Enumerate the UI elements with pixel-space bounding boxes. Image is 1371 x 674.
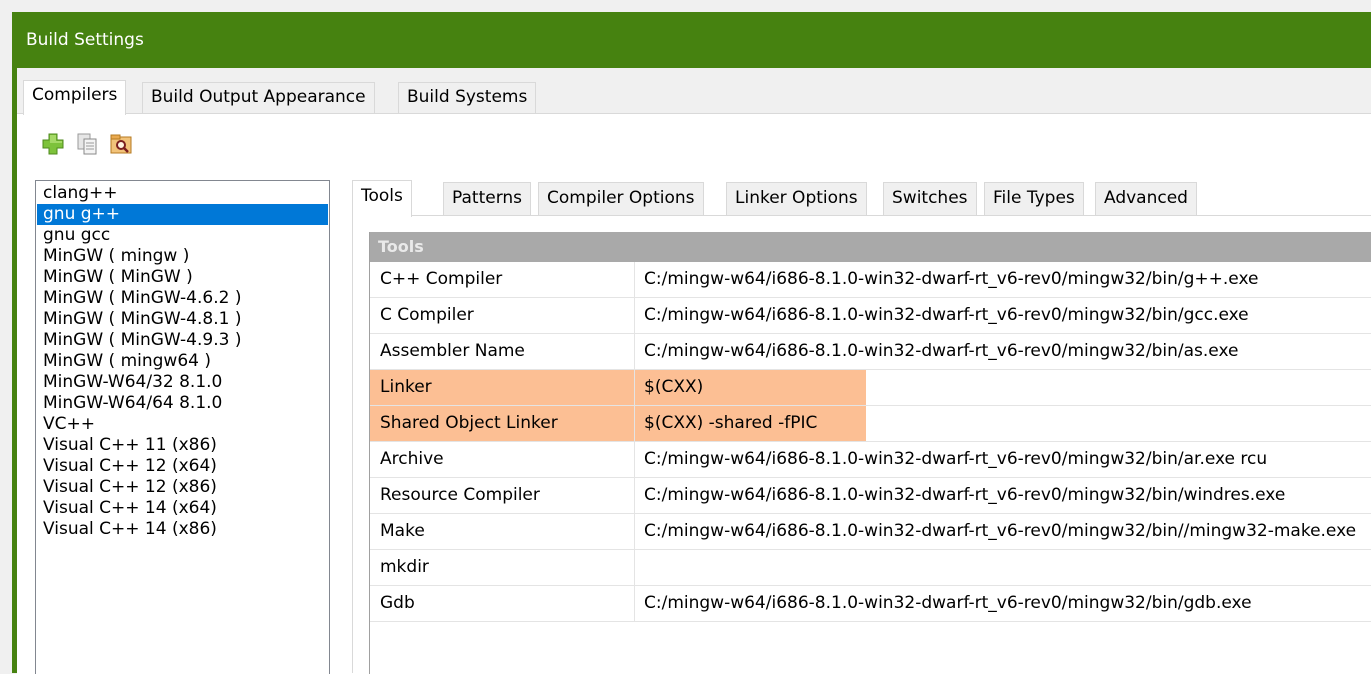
property-value[interactable]: $(CXX) -shared -fPIC: [635, 406, 1371, 441]
find-compiler-button[interactable]: [109, 132, 133, 156]
tab-advanced[interactable]: Advanced: [1095, 182, 1197, 215]
property-value[interactable]: C:/mingw-w64/i686-8.1.0-win32-dwarf-rt_v…: [635, 442, 1371, 477]
compiler-item[interactable]: MinGW-W64/64 8.1.0: [37, 393, 328, 414]
tools-property-grid: Tools C++ Compiler C:/mingw-w64/i686-8.1…: [369, 232, 1371, 674]
property-row-c-compiler[interactable]: C Compiler C:/mingw-w64/i686-8.1.0-win32…: [370, 298, 1371, 334]
property-row-assembler-name[interactable]: Assembler Name C:/mingw-w64/i686-8.1.0-w…: [370, 334, 1371, 370]
inner-tab-bar: Tools Patterns Compiler Options Linker O…: [352, 180, 1371, 217]
compiler-item-selected[interactable]: gnu g++: [37, 204, 328, 225]
compiler-item[interactable]: Visual C++ 12 (x64): [37, 456, 328, 477]
compiler-item[interactable]: MinGW ( MinGW-4.8.1 ): [37, 309, 328, 330]
compiler-item[interactable]: MinGW ( MinGW ): [37, 267, 328, 288]
tab-patterns[interactable]: Patterns: [443, 182, 532, 215]
tools-group-header[interactable]: Tools: [370, 232, 1371, 262]
copy-icon: [77, 133, 97, 155]
property-value[interactable]: C:/mingw-w64/i686-8.1.0-win32-dwarf-rt_v…: [635, 298, 1371, 333]
property-name: Archive: [370, 442, 635, 477]
title-bar: Build Settings: [12, 12, 1371, 68]
outer-tab-bar: Compilers Build Output Appearance Build …: [17, 80, 1371, 115]
property-name: mkdir: [370, 550, 635, 585]
tab-compilers[interactable]: Compilers: [23, 80, 127, 115]
property-name: C++ Compiler: [370, 262, 635, 297]
property-name: C Compiler: [370, 298, 635, 333]
property-value[interactable]: C:/mingw-w64/i686-8.1.0-win32-dwarf-rt_v…: [635, 334, 1371, 369]
property-row-gdb[interactable]: Gdb C:/mingw-w64/i686-8.1.0-win32-dwarf-…: [370, 586, 1371, 622]
compiler-item[interactable]: clang++: [37, 183, 328, 204]
property-row-make[interactable]: Make C:/mingw-w64/i686-8.1.0-win32-dwarf…: [370, 514, 1371, 550]
property-name: Make: [370, 514, 635, 549]
compiler-item[interactable]: MinGW-W64/32 8.1.0: [37, 372, 328, 393]
property-value[interactable]: C:/mingw-w64/i686-8.1.0-win32-dwarf-rt_v…: [635, 478, 1371, 513]
property-name: Assembler Name: [370, 334, 635, 369]
property-name: Resource Compiler: [370, 478, 635, 513]
property-row-cpp-compiler[interactable]: C++ Compiler C:/mingw-w64/i686-8.1.0-win…: [370, 262, 1371, 298]
property-value[interactable]: [635, 550, 1371, 585]
compiler-item[interactable]: MinGW ( mingw64 ): [37, 351, 328, 372]
property-name: Shared Object Linker: [370, 406, 635, 441]
tab-compiler-options[interactable]: Compiler Options: [538, 182, 704, 215]
compiler-item[interactable]: gnu gcc: [37, 225, 328, 246]
tools-panel: Tools C++ Compiler C:/mingw-w64/i686-8.1…: [352, 215, 1371, 674]
compiler-item[interactable]: MinGW ( MinGW-4.6.2 ): [37, 288, 328, 309]
compiler-item[interactable]: Visual C++ 14 (x86): [37, 519, 328, 540]
property-value[interactable]: C:/mingw-w64/i686-8.1.0-win32-dwarf-rt_v…: [635, 262, 1371, 297]
compiler-item[interactable]: MinGW ( MinGW-4.9.3 ): [37, 330, 328, 351]
settings-dialog: Compilers Build Output Appearance Build …: [17, 68, 1371, 674]
copy-compiler-button[interactable]: [75, 132, 99, 156]
tab-build-output-appearance[interactable]: Build Output Appearance: [142, 82, 375, 113]
property-row-shared-object-linker[interactable]: Shared Object Linker $(CXX) -shared -fPI…: [370, 406, 1371, 442]
compiler-item[interactable]: MinGW ( mingw ): [37, 246, 328, 267]
compiler-list[interactable]: clang++ gnu g++ gnu gcc MinGW ( mingw ) …: [35, 180, 330, 674]
tab-file-types[interactable]: File Types: [984, 182, 1084, 215]
property-row-mkdir[interactable]: mkdir: [370, 550, 1371, 586]
compiler-item[interactable]: Visual C++ 12 (x86): [37, 477, 328, 498]
tab-switches[interactable]: Switches: [883, 182, 977, 215]
tab-build-systems[interactable]: Build Systems: [398, 82, 537, 113]
compiler-item[interactable]: VC++: [37, 414, 328, 435]
property-row-archive[interactable]: Archive C:/mingw-w64/i686-8.1.0-win32-dw…: [370, 442, 1371, 478]
add-compiler-button[interactable]: [41, 132, 65, 156]
property-value[interactable]: C:/mingw-w64/i686-8.1.0-win32-dwarf-rt_v…: [635, 514, 1371, 549]
property-row-resource-compiler[interactable]: Resource Compiler C:/mingw-w64/i686-8.1.…: [370, 478, 1371, 514]
property-name: Linker: [370, 370, 635, 405]
compiler-item[interactable]: Visual C++ 14 (x64): [37, 498, 328, 519]
property-row-linker[interactable]: Linker $(CXX): [370, 370, 1371, 406]
tab-tools[interactable]: Tools: [352, 180, 412, 217]
window-title: Build Settings: [26, 30, 144, 50]
property-value[interactable]: $(CXX): [635, 370, 1371, 405]
find-icon: [110, 134, 132, 154]
property-name: Gdb: [370, 586, 635, 621]
tab-linker-options[interactable]: Linker Options: [726, 182, 867, 215]
compiler-item[interactable]: Visual C++ 11 (x86): [37, 435, 328, 456]
property-value[interactable]: C:/mingw-w64/i686-8.1.0-win32-dwarf-rt_v…: [635, 586, 1371, 621]
add-icon: [42, 133, 64, 155]
